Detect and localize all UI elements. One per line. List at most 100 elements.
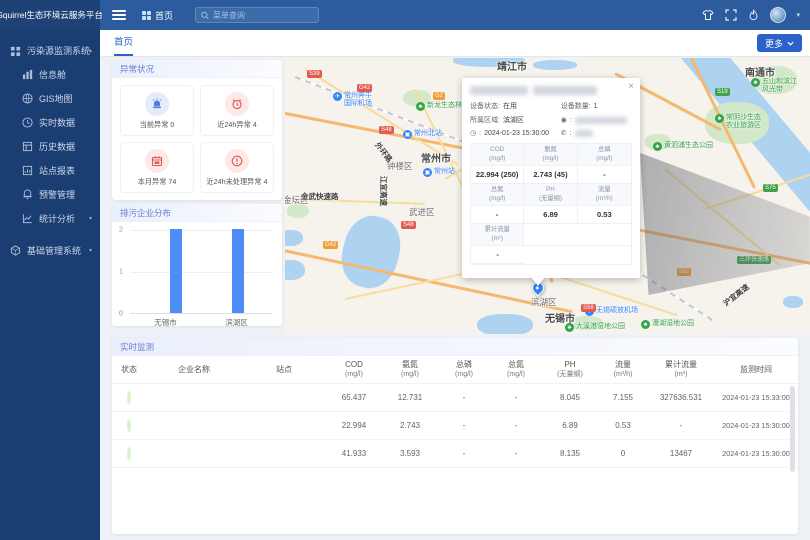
ph-cell: 8.045 [542,393,598,402]
map-poi-park: ♣新龙生态林 [416,102,462,111]
map-poi-label: 大溪港湿地公园 [576,323,625,331]
more-button[interactable]: 更多 [757,34,802,52]
status-dot-green [127,419,131,432]
chevron-down-icon: ▾ [89,215,92,222]
tn-cell: - [490,421,542,430]
menu-collapse-icon[interactable] [112,10,126,20]
metric-value: - [578,166,631,184]
map-poi-label: 常州站 [434,168,455,176]
tab-home[interactable]: 首页 [114,30,133,56]
map-poi-label: 无锡硕放机场 [596,307,638,315]
nh3-cell: 3.593 [382,449,438,458]
fullscreen-icon[interactable] [724,9,737,22]
topbar-actions: ▾ [701,7,810,23]
chart-bar [232,229,244,313]
clock-icon [22,117,33,128]
chart-y-tick: 0 [119,311,123,318]
sidebar-item-label: 实时数据 [39,116,75,129]
device-status-value: 在用 [503,101,517,111]
metric-value: 6.89 [524,206,577,224]
column-header: 监测时间 [714,365,798,375]
map-label-武进区: 武进区 [409,206,435,218]
map-icon [22,93,33,104]
column-header: 状态 [112,365,146,375]
tabbar: 首页 更多 [100,30,810,57]
phone-icon: ✆ [561,129,567,137]
table-row[interactable]: 22.9942.743--6.890.53-2024-01-23 15:30:0… [112,412,798,440]
menu-search[interactable] [195,7,319,23]
table-row[interactable]: 41.9333.593--8.1350134672024-01-23 15:30… [112,440,798,468]
sidebar-item-站点报表[interactable]: 站点报表 [0,158,100,182]
sidebar-item-历史数据[interactable]: 历史数据 [0,134,100,158]
sidebar-section: 污染源监测系统▴ 信息舱 GIS地图实时数据历史数据站点报表预警管理统计分析 ▾ [0,38,100,230]
map-poi-label: 漕湖湿地公园 [652,320,694,328]
anomaly-card[interactable]: 当前异常 0 [120,85,194,136]
theme-icon[interactable] [701,9,714,22]
map-poi-park: ♣黄泗浦生态公园 [653,142,713,151]
table-scrollbar[interactable] [790,386,795,472]
tp-cell: - [438,421,490,430]
airport-icon: ✈ [333,92,342,101]
map-poi-label: 常州北站 [414,130,442,138]
status-cell [112,421,146,430]
stats-icon [22,213,33,224]
sidebar-item-实时数据[interactable]: 实时数据 [0,110,100,134]
anomaly-card[interactable]: 近24h未处理异常 4 [200,142,274,193]
lake-shape [285,260,305,280]
road-badge: S19 [715,88,730,96]
sidebar-item-label: 统计分析 [39,212,75,225]
rail-icon: ▣ [423,168,432,177]
status-cell [112,449,146,458]
nh3-cell: 2.743 [382,421,438,430]
sidebar-section-污染源监测系统[interactable]: 污染源监测系统▴ [0,38,100,62]
gis-map[interactable]: × 设备状态:在用 设备数量:1 所属区域:滨湖区 ◉: ◷:2024-01-2… [285,58,810,334]
chevron-down-icon[interactable]: ▾ [796,11,800,19]
realtime-monitor-panel: 实时监测 状态企业名称站点COD(mg/l)氨氮(mg/l)总磷(mg/l)总氮… [112,338,798,534]
monitor-title: 实时监测 [112,338,798,356]
search-input[interactable] [213,11,313,20]
status-cell [112,393,146,402]
sidebar-item-GIS地图[interactable]: GIS地图 [0,86,100,110]
sidebar-item-信息舱[interactable]: 信息舱 [0,62,100,86]
sidebar-section-基础管理系统[interactable]: 基础管理系统▾ [0,238,100,262]
sidebar-item-预警管理[interactable]: 预警管理 [0,182,100,206]
total-flow-cell: 327636.531 [648,393,714,402]
lake-shape [335,210,407,293]
nh3-cell: 12.731 [382,393,438,402]
close-icon[interactable]: × [628,82,634,92]
anomaly-card[interactable]: 近24h异常 4 [200,85,274,136]
column-header: 流量(m³/h) [598,360,648,379]
column-header: PH(无量纲) [542,360,598,379]
siren-icon [145,92,169,116]
flame-icon[interactable] [747,9,760,22]
map-poi-airport: ✈常州奔牛 国际机场 [333,92,372,108]
anomaly-card-label: 当前异常 0 [140,120,175,130]
bar-chart: 210 [130,230,272,314]
clock-icon: ◷ [470,129,476,137]
total-flow-cell: - [648,421,714,430]
popup-arrow [531,277,545,286]
park-icon: ♣ [416,102,425,111]
anomaly-card[interactable]: 本月异常 74 [120,142,194,193]
anomaly-panel-title: 异常状况 [112,60,282,78]
table-row[interactable]: 65.43712.731--8.0457.155327636.5312024-0… [112,384,798,412]
metric-value: - [471,246,524,264]
map-poi-park: ♣五山和滨江 风光带 [751,78,797,94]
topbar-home-link[interactable]: 首页 [142,9,173,22]
park-icon: ♣ [715,114,724,123]
avatar[interactable] [770,7,786,23]
sidebar-item-统计分析[interactable]: 统计分析 ▾ [0,206,100,230]
total-flow-cell: 13467 [648,449,714,458]
chart-gridline [130,272,272,273]
anomaly-panel: 异常状况 当前异常 0 近24h异常 4 本月异常 74近24h未处理异常 4 [112,60,282,200]
road-badge: S58 [581,304,596,312]
address-redacted [575,117,627,124]
map-label-常州市: 常州市 [421,150,451,165]
bar-chart-x-labels: 无锡市滨湖区 [130,317,272,328]
column-header: COD(mg/l) [326,360,382,379]
sidebar-item-label: 信息舱 [39,68,66,81]
metric-header: 氨氮(mg/l) [524,144,577,166]
map-label-南通市: 南通市 [745,64,775,79]
anomaly-card-label: 近24h异常 4 [217,120,257,130]
popup-info: 设备状态:在用 设备数量:1 所属区域:滨湖区 ◉: ◷:2024-01-23 … [470,101,632,137]
